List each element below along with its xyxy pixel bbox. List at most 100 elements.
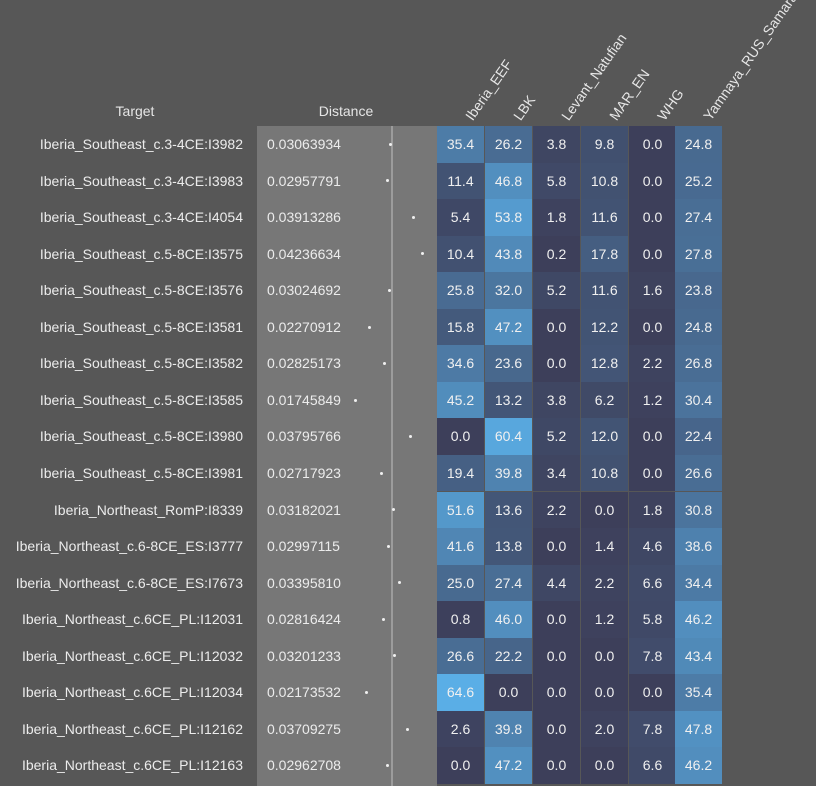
- distance-dot: [367, 325, 371, 329]
- heatmap-cell: 0.0: [485, 674, 532, 711]
- heatmap-cell: 15.8: [437, 308, 484, 346]
- heatmap-cell: 25.0: [437, 564, 484, 602]
- target-label: Iberia_Southeast_c.3-4CE:I3982: [39, 136, 243, 152]
- distance-value: 0.02270912: [267, 318, 341, 335]
- heatmap-cell: 27.8: [675, 235, 722, 273]
- heatmap-cell: 0.0: [533, 308, 580, 346]
- heatmap-cell: 1.4: [581, 528, 628, 565]
- distance-dot: [382, 362, 386, 366]
- heatmap-cell: 0.2: [533, 235, 580, 273]
- heatmap-cell: 46.2: [675, 747, 722, 784]
- table-row: Iberia_Southeast_c.3-4CE:I3982 0.03063934…: [0, 126, 816, 163]
- heatmap-cell: 0.0: [437, 747, 484, 784]
- heatmap-cell: 11.4: [437, 162, 484, 200]
- heatmap-cell: 0.0: [437, 418, 484, 455]
- heatmap-cell: 46.2: [675, 601, 722, 638]
- target-label: Iberia_Southeast_c.5-8CE:I3981: [39, 464, 243, 481]
- heatmap-cell: 9.8: [581, 126, 628, 163]
- heatmap-cell: 6.2: [581, 381, 628, 419]
- heatmap-cell: 5.2: [533, 418, 580, 455]
- distance-value: 0.02816424: [267, 611, 341, 628]
- distance-value: 0.02957791: [267, 172, 341, 189]
- heatmap-cell: 4.6: [629, 528, 676, 565]
- heatmap-cell: 53.8: [485, 199, 532, 236]
- heatmap-cell: 47.8: [675, 710, 722, 748]
- heatmap-cell: 24.8: [675, 126, 722, 163]
- distance-value: 0.03182021: [267, 501, 341, 518]
- distance-value: 0.03913286: [267, 209, 341, 226]
- distance-dot: [408, 435, 412, 439]
- target-label: Iberia_Southeast_c.5-8CE:I3581: [39, 318, 243, 335]
- distance-value: 0.03024692: [267, 282, 341, 299]
- table-row: Iberia_Northeast_c.6CE_PL:I12034 0.021735…: [0, 674, 816, 711]
- distance-dot: [392, 508, 396, 512]
- distance-dot: [388, 142, 392, 146]
- heatmap-cell: 30.8: [675, 491, 722, 529]
- table-row: Iberia_Southeast_c.5-8CE:I3575 0.04236634…: [0, 235, 816, 273]
- heatmap-cell: 0.8: [437, 601, 484, 638]
- heatmap-cell: 0.0: [629, 126, 676, 163]
- heatmap-cell: 43.8: [485, 235, 532, 273]
- distance-dot: [406, 727, 410, 731]
- heatmap-cell: 2.2: [629, 345, 676, 382]
- table-row: Iberia_Southeast_c.5-8CE:I3980 0.03795766…: [0, 418, 816, 455]
- heatmap-cell: 47.2: [485, 308, 532, 346]
- distance-value: 0.02825173: [267, 355, 341, 372]
- distance-dot: [379, 471, 383, 475]
- heatmap-cell: 3.8: [533, 126, 580, 163]
- distance-value: 0.03201233: [267, 647, 341, 664]
- target-label: Iberia_Northeast_c.6-8CE_ES:I3777: [15, 538, 243, 555]
- target-label: Iberia_Southeast_c.5-8CE:I3585: [39, 391, 243, 408]
- heatmap-cell: 1.6: [629, 272, 676, 309]
- heatmap-cell: 27.4: [675, 199, 722, 236]
- heatmap-cell: 0.0: [629, 418, 676, 455]
- distance-dot: [365, 691, 368, 695]
- heatmap-cell: 0.0: [629, 674, 676, 711]
- heatmap-cell: 2.2: [533, 491, 580, 529]
- table-row: Iberia_Northeast_RomP:I8339 0.03182021 51.…: [0, 491, 816, 529]
- heatmap-cell: 5.8: [629, 601, 676, 638]
- distance-dot: [382, 617, 386, 621]
- heatmap-cell: 46.0: [485, 601, 532, 638]
- heatmap-cell: 0.0: [581, 747, 628, 784]
- heatmap-cell: 0.0: [629, 308, 676, 346]
- heatmap-cell: 1.8: [629, 491, 676, 529]
- target-label: Iberia_Northeast_c.6-8CE_ES:I7673: [15, 574, 243, 591]
- distance-dot: [411, 215, 415, 219]
- heatmap-cell: 25.8: [437, 272, 484, 309]
- distance-value: 0.03709275: [267, 720, 341, 737]
- target-label: Iberia_Northeast_c.6CE_PL:I12031: [21, 611, 243, 628]
- heatmap-cell: 0.0: [533, 637, 580, 675]
- heatmap-cell: 5.8: [533, 162, 580, 200]
- heatmap-cell: 0.0: [533, 674, 580, 711]
- target-label: Iberia_Northeast_c.6CE_PL:I12034: [21, 684, 243, 701]
- distance-dot: [397, 581, 401, 585]
- target-label: Iberia_Southeast_c.5-8CE:I3980: [39, 428, 243, 445]
- heatmap-cell: 10.8: [581, 162, 628, 200]
- heatmap-cell: 35.4: [437, 126, 484, 163]
- table-row: Iberia_Northeast_c.6-8CE_ES:I3777 0.02997…: [0, 528, 816, 565]
- heatmap-cell: 23.6: [485, 345, 532, 382]
- heatmap-cell: 46.8: [485, 162, 532, 200]
- heatmap-cell: 23.8: [675, 272, 722, 309]
- heatmap-cell: 0.0: [629, 162, 676, 200]
- distance-dot: [387, 544, 391, 548]
- heatmap-cell: 19.4: [437, 454, 484, 492]
- heatmap-cell: 1.2: [581, 601, 628, 638]
- heatmap-cell: 25.2: [675, 162, 722, 200]
- heatmap-cell: 6.6: [629, 564, 676, 602]
- heatmap-cell: 0.0: [629, 235, 676, 273]
- heatmap-cell: 27.4: [485, 564, 532, 602]
- heatmap-cell: 1.2: [629, 381, 676, 419]
- heatmap-cell: 4.4: [533, 564, 580, 602]
- heatmap-cell: 0.0: [533, 345, 580, 382]
- heatmap-cell: 2.2: [581, 564, 628, 602]
- target-label: Iberia_Northeast_c.6CE_PL:I12162: [21, 720, 243, 737]
- heatmap-cell: 47.2: [485, 747, 532, 784]
- heatmap-cell: 0.0: [581, 491, 628, 529]
- target-label: Iberia_Northeast_c.6CE_PL:I12163: [21, 757, 243, 774]
- heatmap-cell: 12.0: [581, 418, 628, 455]
- distance-dot: [420, 252, 424, 256]
- heatmap-cell: 35.4: [675, 674, 722, 711]
- table-row: Iberia_Northeast_c.6CE_PL:I12031 0.028164…: [0, 601, 816, 638]
